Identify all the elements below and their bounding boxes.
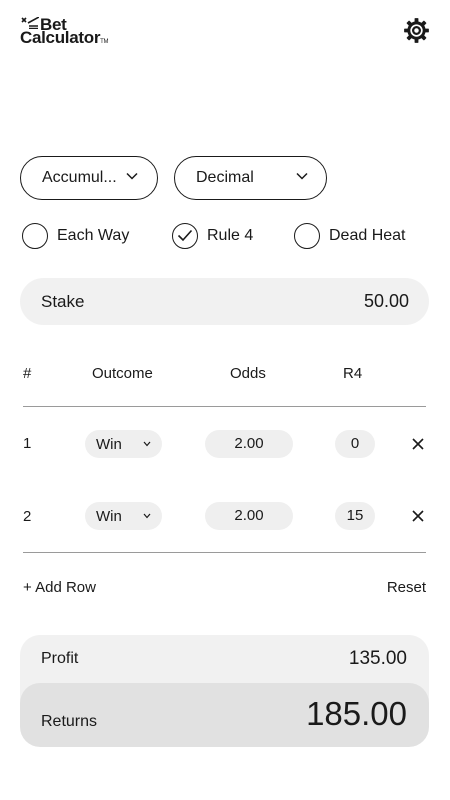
outcome-select[interactable]: Win <box>85 502 162 530</box>
stake-value: 50.00 <box>363 291 409 311</box>
rule-4-label: Rule 4 <box>207 227 254 244</box>
app-logo: Bet CalculatorTM <box>20 16 130 46</box>
results-panel: Profit 135.00 Returns 185.00 <box>20 635 429 747</box>
logo-text-calculator: CalculatorTM <box>20 28 109 47</box>
odds-format-value: Decimal <box>196 169 254 186</box>
dead-heat-check-circle <box>294 223 320 249</box>
profit-value: 135.00 <box>348 648 407 669</box>
add-row-button[interactable]: + Add Row <box>23 579 96 596</box>
rule-4-check-circle <box>172 223 198 249</box>
gear-icon[interactable] <box>403 17 430 44</box>
outcome-select[interactable]: Win <box>85 430 162 458</box>
outcome-value: Win <box>96 436 122 453</box>
rule-4-checkbox[interactable]: Rule 4 <box>172 222 253 250</box>
checkmark-icon <box>177 229 193 242</box>
column-header-outcome: Outcome <box>92 365 153 382</box>
row-number: 1 <box>23 435 32 452</box>
column-header-r4: R4 <box>343 365 363 382</box>
stake-label: Stake <box>41 292 85 311</box>
odds-input[interactable]: 2.00 <box>205 502 293 530</box>
column-header-odds: Odds <box>230 365 266 382</box>
returns-panel: Returns 185.00 <box>20 683 429 747</box>
stake-field[interactable]: Stake 50.00 <box>20 278 429 325</box>
chevron-down-icon <box>126 172 138 180</box>
dead-heat-label: Dead Heat <box>329 227 406 244</box>
logo-trademark: TM <box>100 39 109 45</box>
odds-input[interactable]: 2.00 <box>205 430 293 458</box>
dead-heat-checkbox[interactable]: Dead Heat <box>294 222 406 250</box>
chevron-down-icon <box>143 441 151 447</box>
close-icon[interactable] <box>411 509 425 523</box>
profit-label: Profit <box>41 650 79 667</box>
each-way-checkbox[interactable]: Each Way <box>22 222 129 250</box>
row-number: 2 <box>23 508 32 525</box>
odds-format-dropdown[interactable]: Decimal <box>174 156 327 200</box>
outcome-value: Win <box>96 508 122 525</box>
each-way-label: Each Way <box>57 227 130 244</box>
rule-4-input[interactable]: 0 <box>335 430 375 458</box>
table-divider-top <box>23 406 426 407</box>
each-way-check-circle <box>22 223 48 249</box>
returns-value: 185.00 <box>306 695 407 732</box>
bet-type-value: Accumul... <box>42 169 117 186</box>
chevron-down-icon <box>296 172 308 180</box>
close-icon[interactable] <box>411 437 425 451</box>
table-divider-bottom <box>23 552 426 553</box>
column-header-number: # <box>23 365 32 382</box>
rule-4-input[interactable]: 15 <box>335 502 375 530</box>
bet-type-dropdown[interactable]: Accumul... <box>20 156 158 200</box>
returns-label: Returns <box>41 713 98 730</box>
reset-button[interactable]: Reset <box>387 579 426 596</box>
chevron-down-icon <box>143 513 151 519</box>
